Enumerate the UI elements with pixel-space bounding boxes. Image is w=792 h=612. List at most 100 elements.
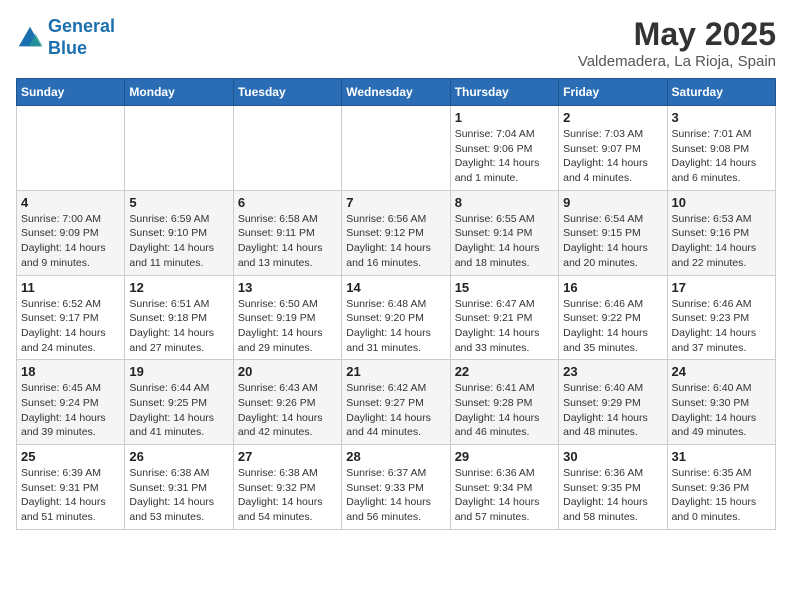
day-info: Sunrise: 6:50 AM Sunset: 9:19 PM Dayligh… bbox=[238, 297, 337, 356]
day-info: Sunrise: 6:52 AM Sunset: 9:17 PM Dayligh… bbox=[21, 297, 120, 356]
weekday-header: Wednesday bbox=[342, 79, 450, 106]
calendar-cell: 3Sunrise: 7:01 AM Sunset: 9:08 PM Daylig… bbox=[667, 106, 775, 191]
day-number: 9 bbox=[563, 195, 662, 210]
calendar-week-row: 1Sunrise: 7:04 AM Sunset: 9:06 PM Daylig… bbox=[17, 106, 776, 191]
calendar-cell: 26 Sunrise: 6:38 AM Sunset: 9:31 PM Dayli… bbox=[125, 445, 233, 530]
day-info: Sunrise: 6:45 AM Sunset: 9:24 PM Dayligh… bbox=[21, 381, 120, 440]
calendar-cell bbox=[233, 106, 341, 191]
day-number: 1 bbox=[455, 110, 554, 125]
logo-line2: Blue bbox=[48, 38, 87, 58]
day-number: 8 bbox=[455, 195, 554, 210]
day-info: Sunrise: 6:56 AM Sunset: 9:12 PM Dayligh… bbox=[346, 212, 445, 271]
day-number: 27 bbox=[238, 449, 337, 464]
calendar-cell: 17 Sunrise: 6:46 AM Sunset: 9:23 PM Dayli… bbox=[667, 275, 775, 360]
month-title: May 2025 bbox=[578, 16, 776, 53]
day-info: Sunrise: 6:54 AM Sunset: 9:15 PM Dayligh… bbox=[563, 212, 662, 271]
day-number: 15 bbox=[455, 280, 554, 295]
day-info: Sunrise: 6:42 AM Sunset: 9:27 PM Dayligh… bbox=[346, 381, 445, 440]
calendar-cell bbox=[17, 106, 125, 191]
day-number: 28 bbox=[346, 449, 445, 464]
day-number: 13 bbox=[238, 280, 337, 295]
weekday-header: Thursday bbox=[450, 79, 558, 106]
calendar-cell bbox=[125, 106, 233, 191]
page-header: General Blue May 2025 Valdemadera, La Ri… bbox=[16, 16, 776, 70]
calendar-cell: 25 Sunrise: 6:39 AM Sunset: 9:31 PM Dayli… bbox=[17, 445, 125, 530]
weekday-header: Friday bbox=[559, 79, 667, 106]
day-number: 6 bbox=[238, 195, 337, 210]
day-info: Sunrise: 6:38 AM Sunset: 9:32 PM Dayligh… bbox=[238, 466, 337, 525]
calendar-cell: 12 Sunrise: 6:51 AM Sunset: 9:18 PM Dayli… bbox=[125, 275, 233, 360]
day-number: 30 bbox=[563, 449, 662, 464]
day-info: Sunrise: 6:46 AM Sunset: 9:23 PM Dayligh… bbox=[672, 297, 771, 356]
day-info: Sunrise: 6:36 AM Sunset: 9:35 PM Dayligh… bbox=[563, 466, 662, 525]
calendar-cell: 18 Sunrise: 6:45 AM Sunset: 9:24 PM Dayli… bbox=[17, 360, 125, 445]
day-number: 16 bbox=[563, 280, 662, 295]
day-info: Sunrise: 6:47 AM Sunset: 9:21 PM Dayligh… bbox=[455, 297, 554, 356]
logo-icon bbox=[16, 24, 44, 52]
day-info: Sunrise: 7:00 AM Sunset: 9:09 PM Dayligh… bbox=[21, 212, 120, 271]
day-info: Sunrise: 6:59 AM Sunset: 9:10 PM Dayligh… bbox=[129, 212, 228, 271]
day-info: Sunrise: 6:48 AM Sunset: 9:20 PM Dayligh… bbox=[346, 297, 445, 356]
day-number: 29 bbox=[455, 449, 554, 464]
day-info: Sunrise: 6:43 AM Sunset: 9:26 PM Dayligh… bbox=[238, 381, 337, 440]
day-number: 25 bbox=[21, 449, 120, 464]
calendar-cell: 1Sunrise: 7:04 AM Sunset: 9:06 PM Daylig… bbox=[450, 106, 558, 191]
calendar-cell: 28 Sunrise: 6:37 AM Sunset: 9:33 PM Dayli… bbox=[342, 445, 450, 530]
calendar-cell: 22Sunrise: 6:41 AM Sunset: 9:28 PM Dayli… bbox=[450, 360, 558, 445]
weekday-header: Saturday bbox=[667, 79, 775, 106]
day-number: 12 bbox=[129, 280, 228, 295]
weekday-header: Monday bbox=[125, 79, 233, 106]
calendar-cell: 5 Sunrise: 6:59 AM Sunset: 9:10 PM Daylig… bbox=[125, 190, 233, 275]
calendar-cell: 8 Sunrise: 6:55 AM Sunset: 9:14 PM Daylig… bbox=[450, 190, 558, 275]
calendar-cell: 21Sunrise: 6:42 AM Sunset: 9:27 PM Dayli… bbox=[342, 360, 450, 445]
day-info: Sunrise: 6:38 AM Sunset: 9:31 PM Dayligh… bbox=[129, 466, 228, 525]
day-number: 31 bbox=[672, 449, 771, 464]
location-subtitle: Valdemadera, La Rioja, Spain bbox=[578, 53, 776, 70]
logo-line1: General bbox=[48, 16, 115, 36]
day-info: Sunrise: 6:37 AM Sunset: 9:33 PM Dayligh… bbox=[346, 466, 445, 525]
day-number: 20 bbox=[238, 364, 337, 379]
calendar-cell: 13 Sunrise: 6:50 AM Sunset: 9:19 PM Dayli… bbox=[233, 275, 341, 360]
logo-text: General Blue bbox=[48, 16, 115, 59]
day-number: 2 bbox=[563, 110, 662, 125]
day-info: Sunrise: 6:51 AM Sunset: 9:18 PM Dayligh… bbox=[129, 297, 228, 356]
calendar-cell: 24 Sunrise: 6:40 AM Sunset: 9:30 PM Dayli… bbox=[667, 360, 775, 445]
calendar-cell: 23 Sunrise: 6:40 AM Sunset: 9:29 PM Dayli… bbox=[559, 360, 667, 445]
logo: General Blue bbox=[16, 16, 115, 59]
day-info: Sunrise: 6:58 AM Sunset: 9:11 PM Dayligh… bbox=[238, 212, 337, 271]
day-number: 22 bbox=[455, 364, 554, 379]
calendar-week-row: 18 Sunrise: 6:45 AM Sunset: 9:24 PM Dayli… bbox=[17, 360, 776, 445]
day-info: Sunrise: 7:01 AM Sunset: 9:08 PM Dayligh… bbox=[672, 127, 771, 186]
calendar-cell: 31 Sunrise: 6:35 AM Sunset: 9:36 PM Dayli… bbox=[667, 445, 775, 530]
calendar-cell bbox=[342, 106, 450, 191]
calendar-cell: 20 Sunrise: 6:43 AM Sunset: 9:26 PM Dayli… bbox=[233, 360, 341, 445]
day-info: Sunrise: 6:55 AM Sunset: 9:14 PM Dayligh… bbox=[455, 212, 554, 271]
day-number: 19 bbox=[129, 364, 228, 379]
calendar-cell: 15 Sunrise: 6:47 AM Sunset: 9:21 PM Dayli… bbox=[450, 275, 558, 360]
calendar-cell: 10Sunrise: 6:53 AM Sunset: 9:16 PM Dayli… bbox=[667, 190, 775, 275]
day-number: 5 bbox=[129, 195, 228, 210]
calendar-cell: 2Sunrise: 7:03 AM Sunset: 9:07 PM Daylig… bbox=[559, 106, 667, 191]
day-number: 4 bbox=[21, 195, 120, 210]
calendar-week-row: 4 Sunrise: 7:00 AM Sunset: 9:09 PM Daylig… bbox=[17, 190, 776, 275]
day-number: 23 bbox=[563, 364, 662, 379]
weekday-header: Sunday bbox=[17, 79, 125, 106]
day-number: 7 bbox=[346, 195, 445, 210]
calendar-cell: 27 Sunrise: 6:38 AM Sunset: 9:32 PM Dayli… bbox=[233, 445, 341, 530]
day-info: Sunrise: 6:40 AM Sunset: 9:30 PM Dayligh… bbox=[672, 381, 771, 440]
day-info: Sunrise: 6:53 AM Sunset: 9:16 PM Dayligh… bbox=[672, 212, 771, 271]
day-number: 24 bbox=[672, 364, 771, 379]
calendar-table: SundayMondayTuesdayWednesdayThursdayFrid… bbox=[16, 78, 776, 530]
calendar-cell: 29 Sunrise: 6:36 AM Sunset: 9:34 PM Dayli… bbox=[450, 445, 558, 530]
weekday-header: Tuesday bbox=[233, 79, 341, 106]
day-info: Sunrise: 6:39 AM Sunset: 9:31 PM Dayligh… bbox=[21, 466, 120, 525]
day-info: Sunrise: 6:35 AM Sunset: 9:36 PM Dayligh… bbox=[672, 466, 771, 525]
calendar-cell: 14Sunrise: 6:48 AM Sunset: 9:20 PM Dayli… bbox=[342, 275, 450, 360]
day-number: 17 bbox=[672, 280, 771, 295]
day-number: 26 bbox=[129, 449, 228, 464]
title-block: May 2025 Valdemadera, La Rioja, Spain bbox=[578, 16, 776, 70]
calendar-cell: 11Sunrise: 6:52 AM Sunset: 9:17 PM Dayli… bbox=[17, 275, 125, 360]
day-info: Sunrise: 6:40 AM Sunset: 9:29 PM Dayligh… bbox=[563, 381, 662, 440]
day-number: 18 bbox=[21, 364, 120, 379]
day-info: Sunrise: 6:36 AM Sunset: 9:34 PM Dayligh… bbox=[455, 466, 554, 525]
